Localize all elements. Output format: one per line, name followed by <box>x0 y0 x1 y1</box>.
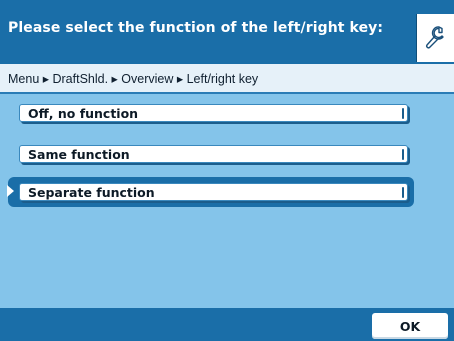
settings-tool-button[interactable] <box>416 14 454 62</box>
selection-arrow-icon <box>7 185 14 197</box>
button-edge <box>402 187 404 198</box>
ok-button[interactable]: OK <box>372 313 448 339</box>
option-label: Separate function <box>28 185 155 200</box>
option-label: Same function <box>28 147 130 162</box>
page-title: Please select the function of the left/r… <box>8 20 384 36</box>
button-edge <box>402 108 404 119</box>
device-screen: Please select the function of the left/r… <box>0 0 454 341</box>
wrench-icon <box>426 26 444 49</box>
option-separate-function[interactable]: Separate function <box>19 183 408 201</box>
breadcrumb-path: Menu ▸ DraftShld. ▸ Overview ▸ Left/righ… <box>8 72 259 86</box>
ok-button-label: OK <box>399 319 421 334</box>
title-bar: Please select the function of the left/r… <box>0 0 454 64</box>
breadcrumb: Menu ▸ DraftShld. ▸ Overview ▸ Left/righ… <box>0 64 454 94</box>
option-off-no-function[interactable]: Off, no function <box>19 104 408 122</box>
option-same-function[interactable]: Same function <box>19 145 408 163</box>
button-edge <box>402 149 404 160</box>
option-label: Off, no function <box>28 106 139 121</box>
